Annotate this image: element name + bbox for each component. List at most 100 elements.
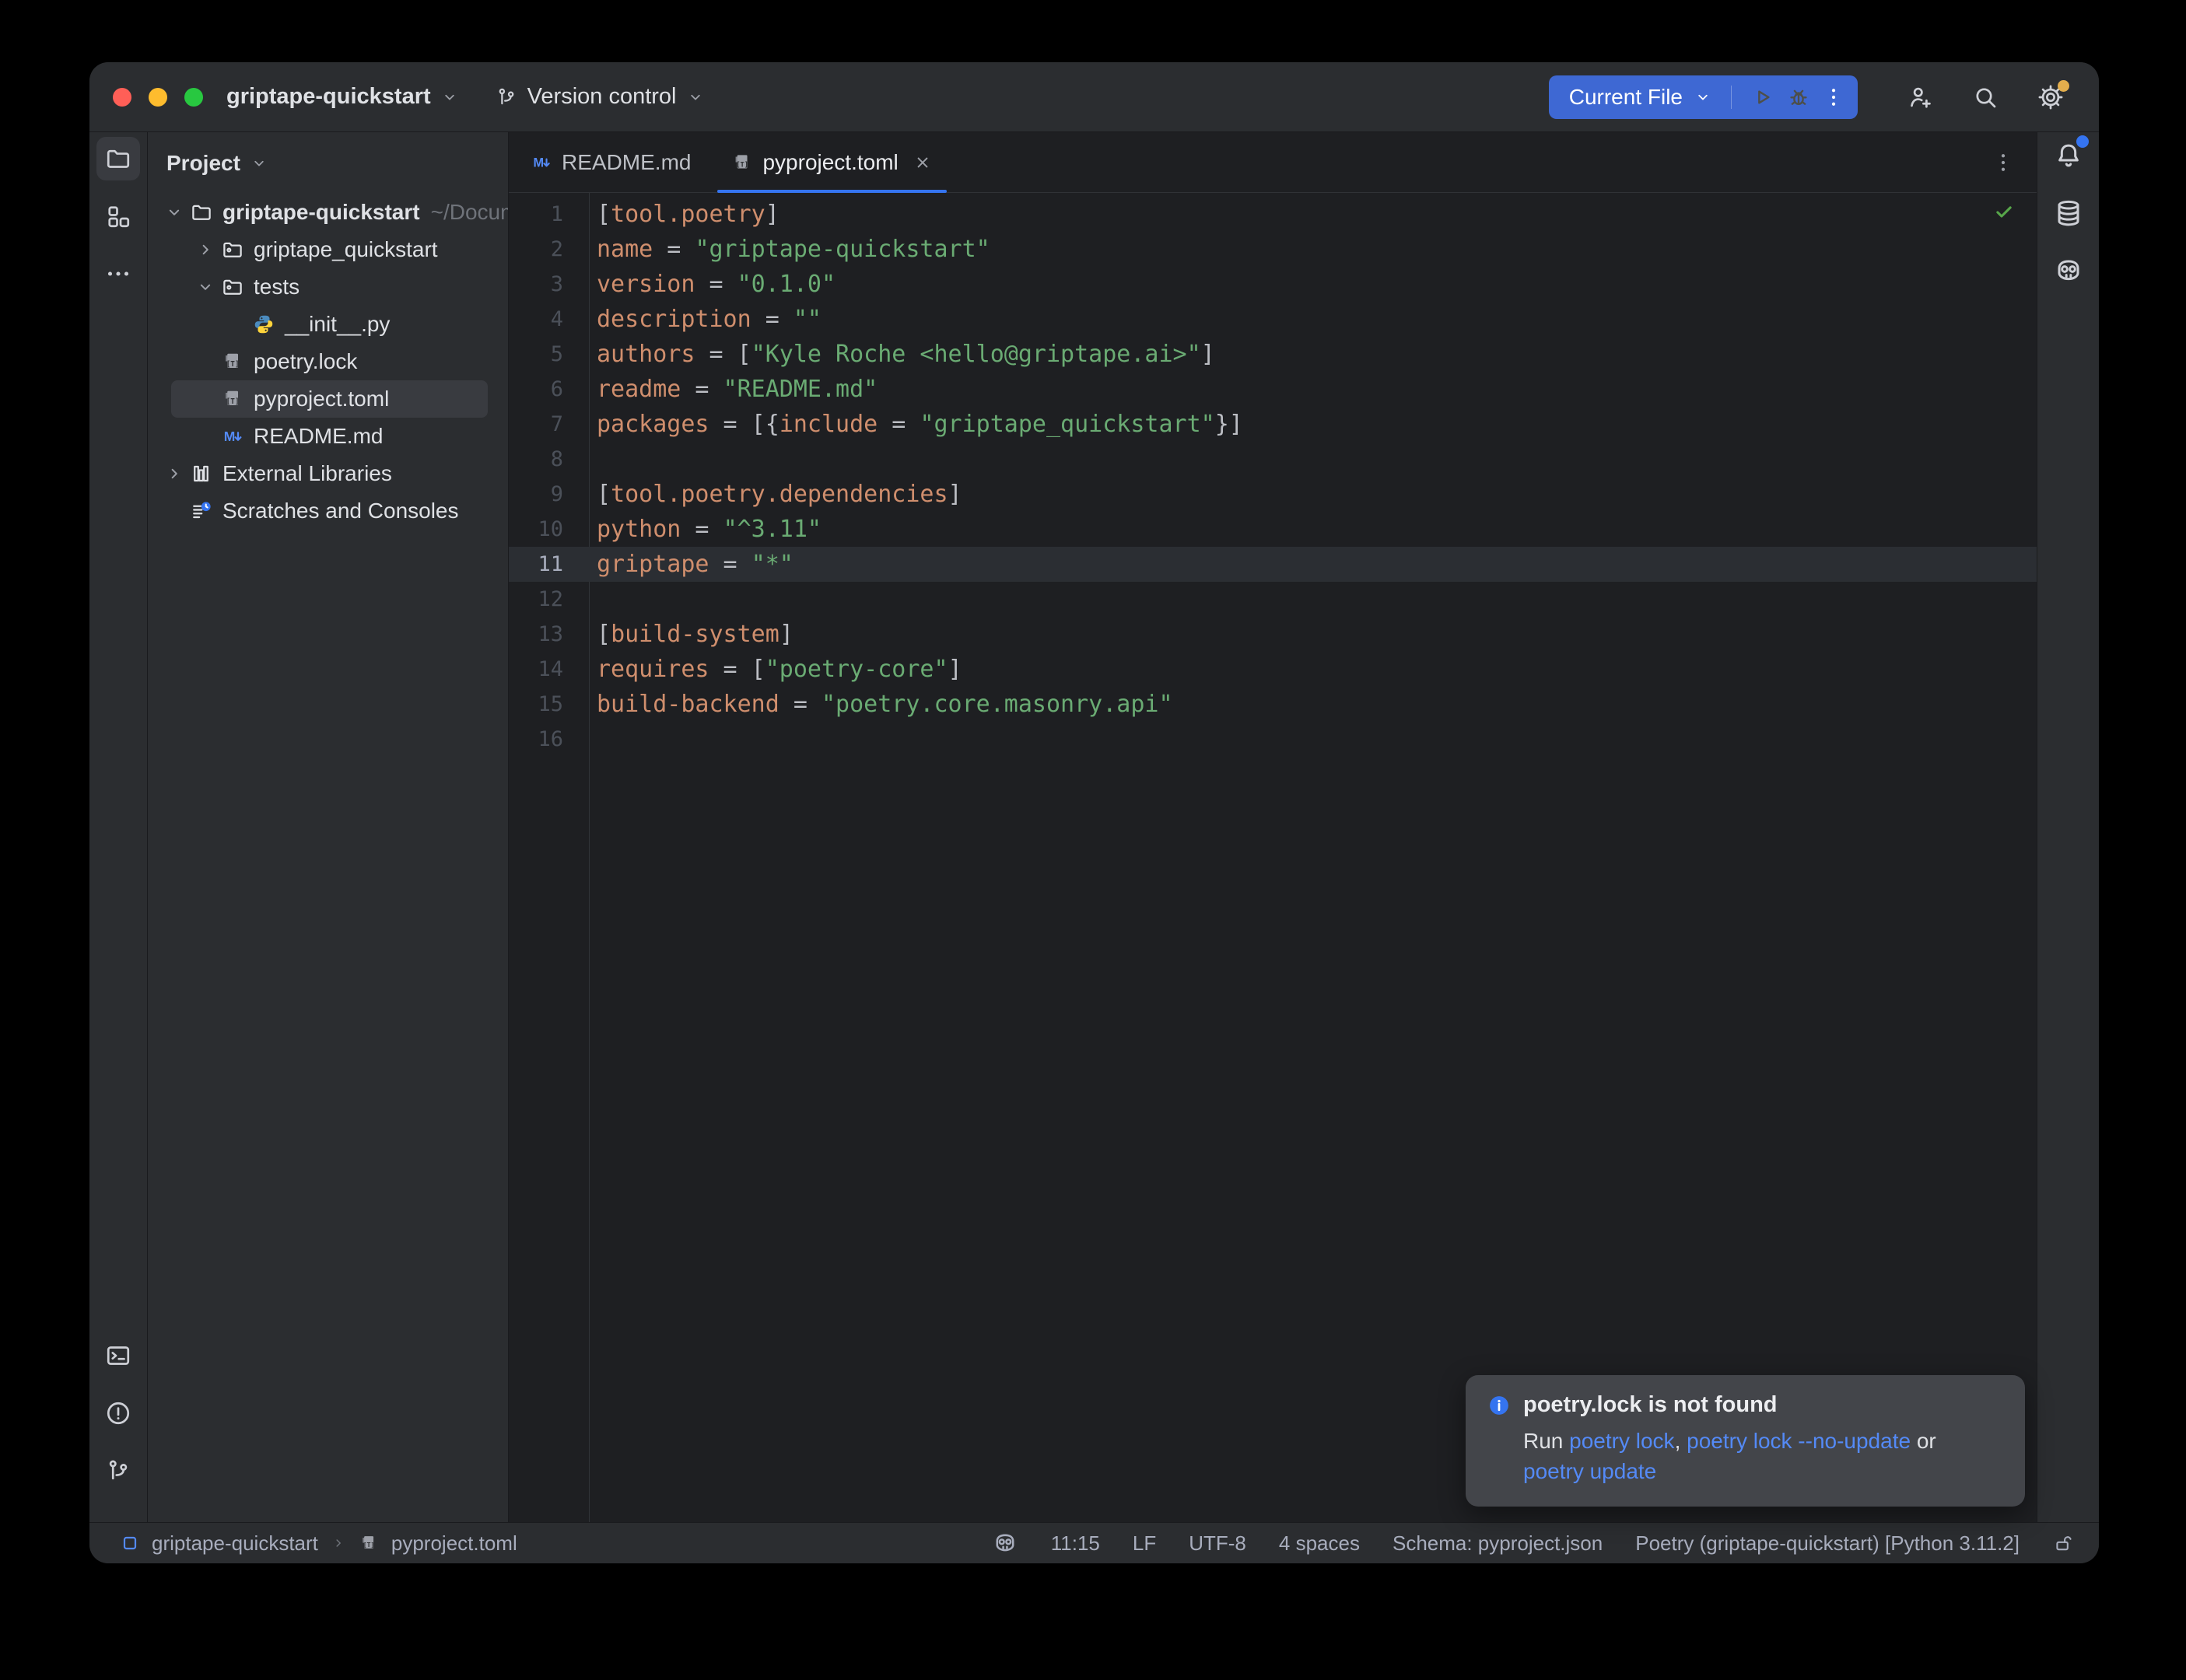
line-number: 10 [509, 517, 590, 541]
status-write-access[interactable] [2052, 1532, 2074, 1554]
code-text: python = "^3.11" [590, 516, 822, 543]
notification-body: Run poetry lock, poetry lock --no-update… [1523, 1426, 1998, 1486]
tree-item-tests[interactable]: tests [148, 268, 508, 306]
tree-item-pyproject-toml[interactable]: [T]pyproject.toml [171, 380, 488, 418]
tab-readme-md[interactable]: MREADME.md [510, 132, 711, 192]
breadcrumb-item[interactable]: pyproject.toml [391, 1531, 517, 1556]
code-line-9[interactable]: 9[tool.poetry.dependencies] [509, 477, 2037, 512]
svg-text:[T]: [T] [363, 1541, 375, 1549]
settings-button[interactable] [2037, 83, 2065, 111]
more-actions-icon[interactable] [1822, 86, 1845, 109]
code-editor[interactable]: 1[tool.poetry]2name = "griptape-quicksta… [509, 193, 2037, 1522]
toolwindow-structure-button[interactable] [96, 194, 140, 238]
code-line-16[interactable]: 16 [509, 722, 2037, 757]
code-line-15[interactable]: 15build-backend = "poetry.core.masonry.a… [509, 687, 2037, 722]
line-number: 15 [509, 692, 590, 716]
chevron-down-icon [250, 154, 268, 173]
notification-title: poetry.lock is not found [1523, 1392, 1778, 1418]
chevron-right-icon[interactable] [191, 240, 219, 260]
status-indent[interactable]: 4 spaces [1279, 1531, 1360, 1556]
toolwindow-ai-assistant-button[interactable] [2047, 249, 2090, 292]
project-panel-header[interactable]: Project [148, 132, 508, 194]
markdown-icon: M [531, 152, 552, 173]
toolwindow-version-control-button[interactable] [96, 1449, 140, 1493]
status-json-schema[interactable]: Schema: pyproject.json [1393, 1531, 1603, 1556]
code-line-7[interactable]: 7packages = [{include = "griptape_quicks… [509, 407, 2037, 442]
code-line-5[interactable]: 5authors = ["Kyle Roche <hello@griptape.… [509, 337, 2037, 372]
toolwindow-notifications-button[interactable] [2047, 134, 2090, 177]
status-interpreter[interactable]: Poetry (griptape-quickstart) [Python 3.1… [1635, 1531, 2020, 1556]
zoom-button[interactable] [184, 88, 203, 107]
status-copilot-status[interactable] [992, 1530, 1018, 1556]
status-file-encoding[interactable]: UTF-8 [1189, 1531, 1246, 1556]
notification-popup: poetry.lock is not found Run poetry lock… [1466, 1375, 2025, 1507]
breadcrumb-item[interactable]: griptape-quickstart [152, 1531, 318, 1556]
minimize-button[interactable] [149, 88, 167, 107]
chevron-down-icon[interactable] [191, 277, 219, 297]
toolwindow-terminal-button[interactable] [96, 1334, 140, 1377]
code-line-6[interactable]: 6readme = "README.md" [509, 372, 2037, 407]
code-line-3[interactable]: 3version = "0.1.0" [509, 267, 2037, 302]
right-toolwindow-strip [2037, 132, 2099, 1522]
svg-text:M: M [534, 156, 545, 170]
tree-item-external-libraries[interactable]: External Libraries [148, 455, 508, 492]
link-poetry-lock[interactable]: poetry lock [1569, 1429, 1674, 1453]
notification-text: Run [1523, 1429, 1569, 1453]
code-line-11[interactable]: 11griptape = "*" [509, 547, 2037, 582]
chevron-right-icon[interactable] [160, 464, 188, 484]
tab-pyproject-toml[interactable]: [T]pyproject.toml [711, 132, 952, 192]
python-icon [250, 313, 277, 336]
tree-item-readme-md[interactable]: MREADME.md [148, 418, 508, 455]
tab-options-icon[interactable] [1992, 151, 2015, 174]
code-text: [tool.poetry.dependencies] [590, 481, 962, 508]
tree-item-scratches-and-consoles[interactable]: Scratches and Consoles [148, 492, 508, 530]
code-line-1[interactable]: 1[tool.poetry] [509, 197, 2037, 232]
divider [1731, 86, 1732, 109]
run-configuration-widget[interactable]: Current File [1549, 75, 1858, 119]
line-number: 3 [509, 272, 590, 296]
tree-item-poetry-lock[interactable]: [T]poetry.lock [148, 343, 508, 380]
folder-icon [188, 201, 215, 224]
toolwindow-problems-button[interactable] [96, 1391, 140, 1435]
notification-text: , [1675, 1429, 1687, 1453]
tree-item-griptape-quickstart[interactable]: griptape-quickstart~/Docume [148, 194, 508, 231]
toolwindow-database-button[interactable] [2047, 191, 2090, 235]
toml-file-icon: [T] [219, 350, 246, 373]
tree-item-griptape-quickstart[interactable]: griptape_quickstart [148, 231, 508, 268]
link-poetry-lock-no-update[interactable]: poetry lock --no-update [1687, 1429, 1911, 1453]
code-line-8[interactable]: 8 [509, 442, 2037, 477]
code-line-14[interactable]: 14requires = ["poetry-core"] [509, 652, 2037, 687]
run-icon[interactable] [1750, 85, 1775, 110]
project-switcher-label: griptape-quickstart [226, 84, 431, 110]
code-line-13[interactable]: 13[build-system] [509, 617, 2037, 652]
close-icon[interactable] [913, 152, 933, 173]
code-text: version = "0.1.0" [590, 271, 836, 298]
code-line-12[interactable]: 12 [509, 582, 2037, 617]
line-number: 9 [509, 482, 590, 506]
code-line-2[interactable]: 2name = "griptape-quickstart" [509, 232, 2037, 267]
tree-item-label: __init__.py [285, 312, 390, 337]
project-switcher[interactable]: griptape-quickstart [226, 84, 459, 110]
vcs-widget[interactable]: Version control [495, 84, 705, 110]
debug-icon[interactable] [1786, 85, 1811, 110]
chevron-down-icon [440, 88, 459, 107]
tree-item-init-py[interactable]: __init__.py [148, 306, 508, 343]
search-icon[interactable] [1971, 83, 1999, 111]
editor-area: MREADME.md[T]pyproject.toml 1[tool.poetr… [509, 132, 2037, 1522]
copilot-icon [992, 1530, 1018, 1556]
code-line-10[interactable]: 10python = "^3.11" [509, 512, 2037, 547]
title-bar: griptape-quickstart Version control Curr… [89, 62, 2099, 132]
status-caret-position[interactable]: 11:15 [1051, 1531, 1100, 1556]
close-button[interactable] [113, 88, 131, 107]
code-text: authors = ["Kyle Roche <hello@griptape.a… [590, 341, 1215, 368]
status-line-separator[interactable]: LF [1133, 1531, 1156, 1556]
link-poetry-update[interactable]: poetry update [1523, 1459, 1656, 1483]
toolwindow-project-folder-button[interactable] [96, 137, 140, 180]
code-line-4[interactable]: 4description = "" [509, 302, 2037, 337]
toolwindow-more-tool-windows-button[interactable] [96, 252, 140, 296]
chevron-down-icon[interactable] [160, 202, 188, 222]
structure-icon [104, 202, 132, 230]
inspections-ok-icon[interactable] [1993, 201, 2015, 222]
database-icon [2053, 198, 2084, 229]
code-with-me-icon[interactable] [1906, 83, 1934, 111]
